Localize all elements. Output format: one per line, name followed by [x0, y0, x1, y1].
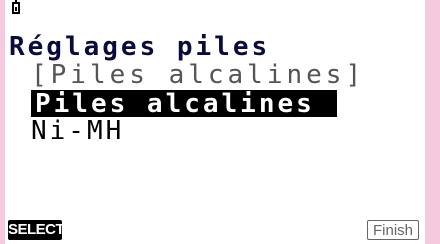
battery-icon	[12, 0, 20, 14]
finish-button[interactable]: Finish	[367, 220, 419, 240]
option-label: Piles alcalines	[35, 89, 315, 119]
select-button[interactable]: SELECT	[8, 220, 65, 240]
current-setting: [Piles alcalines]	[31, 60, 366, 90]
menu-title: Réglages piles	[9, 32, 271, 62]
calculator-screen: Réglages piles [Piles alcalines] Piles a…	[5, 0, 425, 244]
option-piles-alcalines[interactable]: Piles alcalines	[31, 90, 337, 117]
option-ni-mh[interactable]: Ni-MH	[31, 118, 124, 144]
